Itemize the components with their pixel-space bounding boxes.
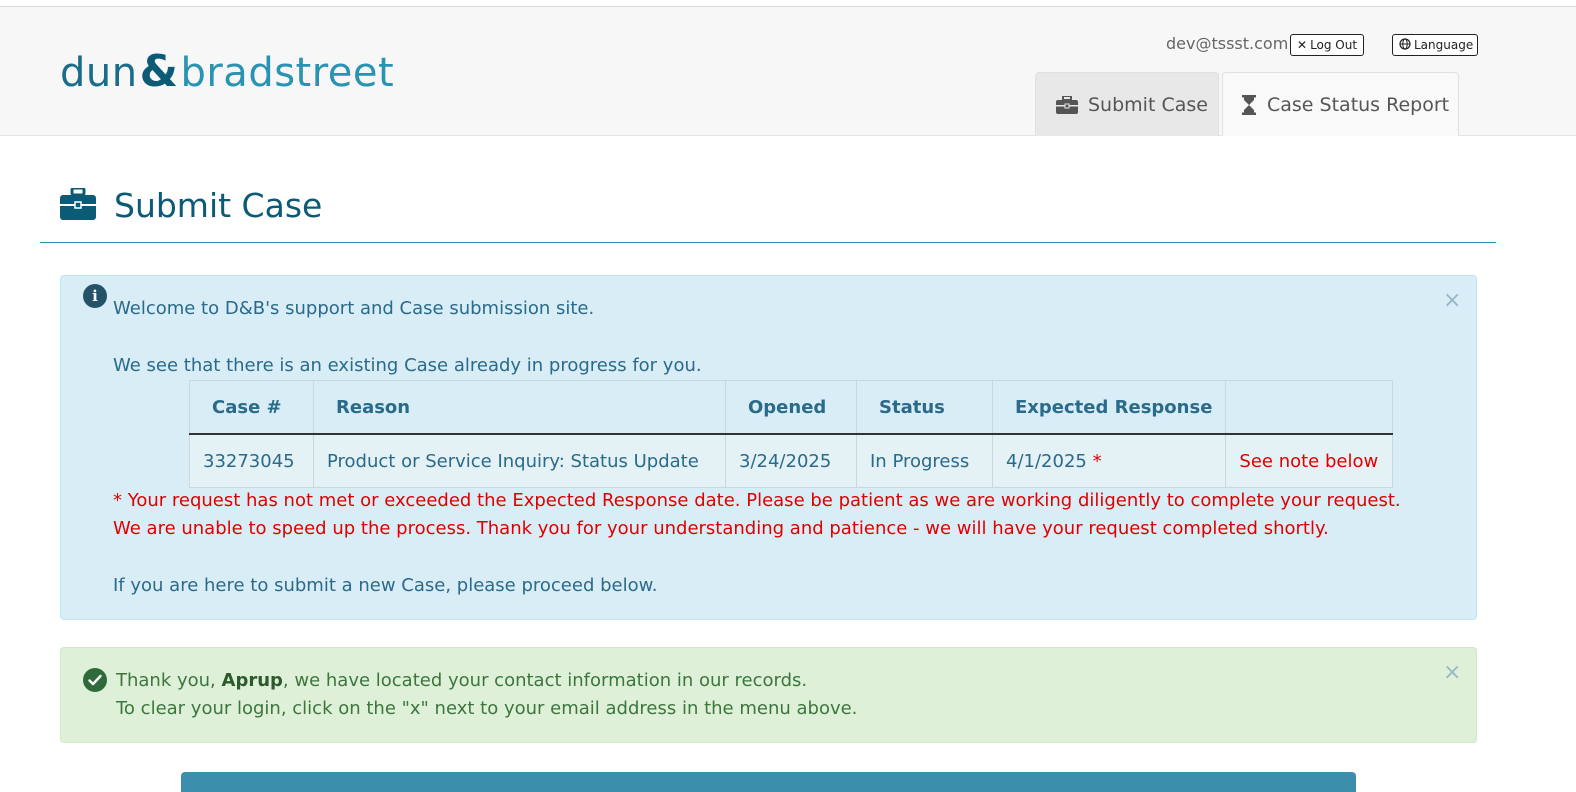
- info-alert-close-button[interactable]: ×: [1443, 290, 1461, 312]
- success-alert: × Thank you, Aprup, we have located your…: [60, 647, 1477, 743]
- column-header-reason: Reason: [313, 380, 726, 435]
- site-header: dun&bradstreet dev@tssst.com ✕ Log Out L…: [0, 7, 1576, 136]
- column-header-note: [1225, 380, 1394, 435]
- info-existing-case-text: We see that there is an existing Case al…: [113, 355, 702, 376]
- opened-cell: 3/24/2025: [725, 433, 857, 488]
- status-cell: In Progress: [856, 433, 993, 488]
- language-button[interactable]: Language: [1392, 34, 1478, 56]
- briefcase-icon: [60, 186, 96, 224]
- expected-response-marker: *: [1092, 450, 1102, 472]
- table-row: 33273045 Product or Service Inquiry: Sta…: [189, 433, 1394, 488]
- logo-ampersand: &: [139, 46, 179, 97]
- expected-response-cell: 4/1/2025 *: [991, 433, 1227, 488]
- success-prefix: Thank you,: [116, 670, 222, 691]
- success-suffix: , we have located your contact informati…: [282, 670, 808, 691]
- close-icon: ✕: [1297, 38, 1308, 52]
- briefcase-icon: [1056, 95, 1078, 114]
- logout-label: Log Out: [1310, 38, 1358, 52]
- tab-label: Submit Case: [1088, 93, 1208, 116]
- check-circle-icon: [83, 668, 107, 692]
- logo-text-bradstreet: bradstreet: [180, 50, 395, 96]
- success-alert-close-button[interactable]: ×: [1443, 662, 1461, 684]
- logout-button[interactable]: ✕ Log Out: [1290, 34, 1364, 56]
- globe-icon: [1399, 37, 1411, 53]
- existing-case-table: Case # Reason Opened Status Expected Res…: [189, 380, 1394, 488]
- delay-note-line-1: * Your request has not met or exceeded t…: [113, 490, 1401, 511]
- page-title: Submit Case: [60, 186, 322, 225]
- user-email: dev@tssst.com: [1166, 34, 1289, 53]
- language-label: Language: [1414, 38, 1474, 52]
- reason-cell: Product or Service Inquiry: Status Updat…: [313, 433, 726, 488]
- hourglass-icon: [1241, 94, 1257, 115]
- tab-submit-case[interactable]: Submit Case: [1035, 72, 1219, 136]
- success-message-line-1: Thank you, Aprup, we have located your c…: [116, 670, 807, 691]
- tab-label: Case Status Report: [1267, 93, 1450, 116]
- title-divider: [40, 242, 1496, 243]
- case-number-cell: 33273045: [189, 433, 314, 488]
- column-header-opened: Opened: [725, 380, 857, 435]
- info-proceed-text: If you are here to submit a new Case, pl…: [113, 575, 658, 596]
- tab-case-status-report[interactable]: Case Status Report: [1222, 72, 1459, 136]
- column-header-case-number: Case #: [189, 380, 314, 435]
- top-border: [0, 0, 1576, 7]
- info-welcome-text: Welcome to D&B's support and Case submis…: [113, 298, 595, 319]
- see-note-link[interactable]: See note below: [1225, 433, 1394, 488]
- column-header-status: Status: [856, 380, 993, 435]
- delay-note-line-2: We are unable to speed up the process. T…: [113, 518, 1329, 539]
- info-icon: i: [83, 284, 107, 308]
- form-section-header: [181, 772, 1356, 792]
- page-title-text: Submit Case: [114, 186, 323, 225]
- info-alert: i × Welcome to D&B's support and Case su…: [60, 275, 1477, 620]
- table-header-row: Case # Reason Opened Status Expected Res…: [189, 380, 1394, 435]
- logo-text-dun: dun: [60, 50, 138, 96]
- user-name: Aprup: [221, 670, 283, 691]
- expected-response-date: 4/1/2025: [1006, 450, 1087, 472]
- column-header-expected-response: Expected Response: [991, 380, 1227, 435]
- dnb-logo[interactable]: dun&bradstreet: [60, 47, 394, 98]
- success-message-line-2: To clear your login, click on the "x" ne…: [116, 698, 858, 719]
